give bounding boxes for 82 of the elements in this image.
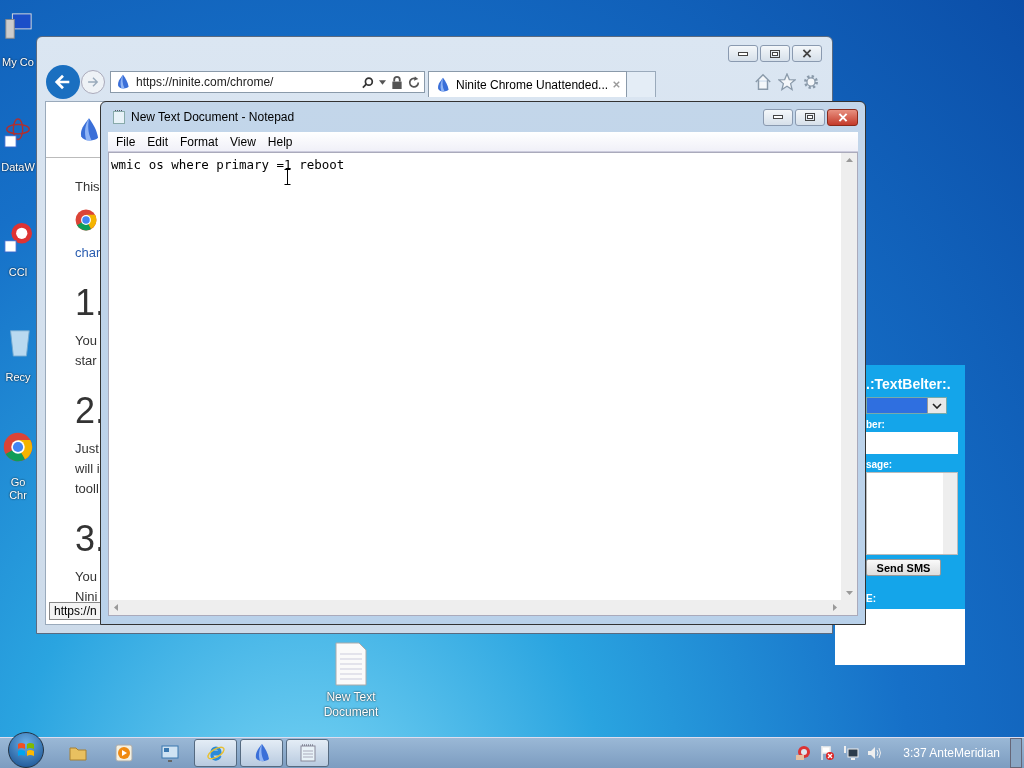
flag-error-icon[interactable] [819,745,836,761]
desktop-icon-label[interactable]: DataW [1,161,35,174]
tab-title: Ninite Chrome Unattended... [456,77,609,92]
monitor-icon [159,743,180,763]
close-button[interactable] [792,45,822,62]
menu-item[interactable]: File [110,134,142,149]
arrow-left-icon [54,73,72,91]
forward-button[interactable] [81,70,105,94]
scroll-left-icon[interactable] [114,604,118,611]
media-player-icon [113,743,134,763]
minimize-button[interactable] [763,108,793,126]
start-button[interactable] [8,732,44,768]
maximize-icon [805,113,815,121]
ninite-logo-icon [435,76,451,93]
close-icon [802,49,812,58]
desktop-icon-label[interactable]: CCl [8,266,28,279]
close-button[interactable] [827,108,858,126]
molecule-icon[interactable] [3,115,33,149]
home-icon[interactable] [754,73,772,91]
menu-item[interactable]: Edit [141,134,175,149]
notepad-icon [297,743,318,763]
desktop-icon-label[interactable]: My Co [2,56,34,69]
settings-icon[interactable] [802,73,820,91]
message-label: sage: [866,459,893,470]
taskbar-button[interactable] [286,739,329,767]
speaker-icon[interactable] [867,745,884,761]
close-icon [837,112,848,122]
new-tab-button[interactable] [627,71,656,97]
arrow-right-icon [86,75,100,89]
vertical-scrollbar[interactable] [841,153,857,600]
number-input-field[interactable] [866,432,958,454]
link[interactable]: char [75,243,101,263]
menu-item[interactable]: Help [261,134,299,149]
close-tab-icon[interactable] [613,80,620,89]
step-heading: 2. [75,391,106,431]
message-text-area[interactable] [866,472,958,555]
chrome-icon [3,430,33,464]
paragraph-text: You star [75,332,97,370]
number-label: ber: [866,419,885,430]
window-title: New Text Document - Notepad [131,110,295,124]
back-button[interactable] [46,65,80,99]
minimize-icon [738,51,748,56]
text-cursor-icon [284,169,291,185]
menu-item[interactable]: View [224,134,262,149]
desktop-icon-label[interactable]: Recy [5,371,31,384]
maximize-icon [770,49,780,58]
scroll-up-icon[interactable] [845,158,853,162]
menu-item[interactable]: Format [174,134,225,149]
dropdown-caret-icon[interactable] [379,79,386,85]
browser-tab[interactable]: Ninite Chrome Unattended... [428,71,627,97]
notepad-icon [113,110,125,124]
step-heading: 3. [75,519,106,559]
search-icon[interactable] [362,75,374,89]
minimize-icon [773,115,783,119]
chrome-logo-icon [75,209,97,231]
paragraph-text: Just will i tooll [75,440,100,498]
send-sms-button[interactable]: Send SMS [866,559,941,576]
maximize-button[interactable] [795,108,825,126]
refresh-icon[interactable] [408,75,420,89]
network-icon[interactable] [843,745,860,761]
widget-title: .:TextBelter:. [866,376,951,392]
taskbar-button[interactable] [194,739,237,767]
show-desktop-button[interactable] [1010,738,1022,768]
lock-icon[interactable] [391,75,403,89]
scroll-down-icon[interactable] [845,591,853,595]
status-url-tooltip: https://n [49,602,102,620]
star-icon[interactable] [778,73,796,91]
minimize-button[interactable] [728,45,758,62]
horizontal-scrollbar[interactable] [109,600,857,615]
address-bar[interactable]: https://ninite.com/chrome/ [110,71,425,93]
maximize-button[interactable] [760,45,790,62]
paragraph-text: This [75,178,100,196]
carrier-dropdown[interactable] [866,397,947,414]
document-text: wmic os where primary =1 reboot [111,157,345,172]
scrollbar[interactable] [943,473,957,554]
result-label: E: [866,593,876,604]
text-file-icon[interactable] [335,642,367,686]
ninite-logo-icon [115,74,131,90]
text-editor[interactable]: wmic os where primary =1 reboot [108,152,858,616]
address-url: https://ninite.com/chrome/ [136,75,275,89]
chevron-down-icon [932,402,942,409]
taskbar-button[interactable] [240,739,283,767]
